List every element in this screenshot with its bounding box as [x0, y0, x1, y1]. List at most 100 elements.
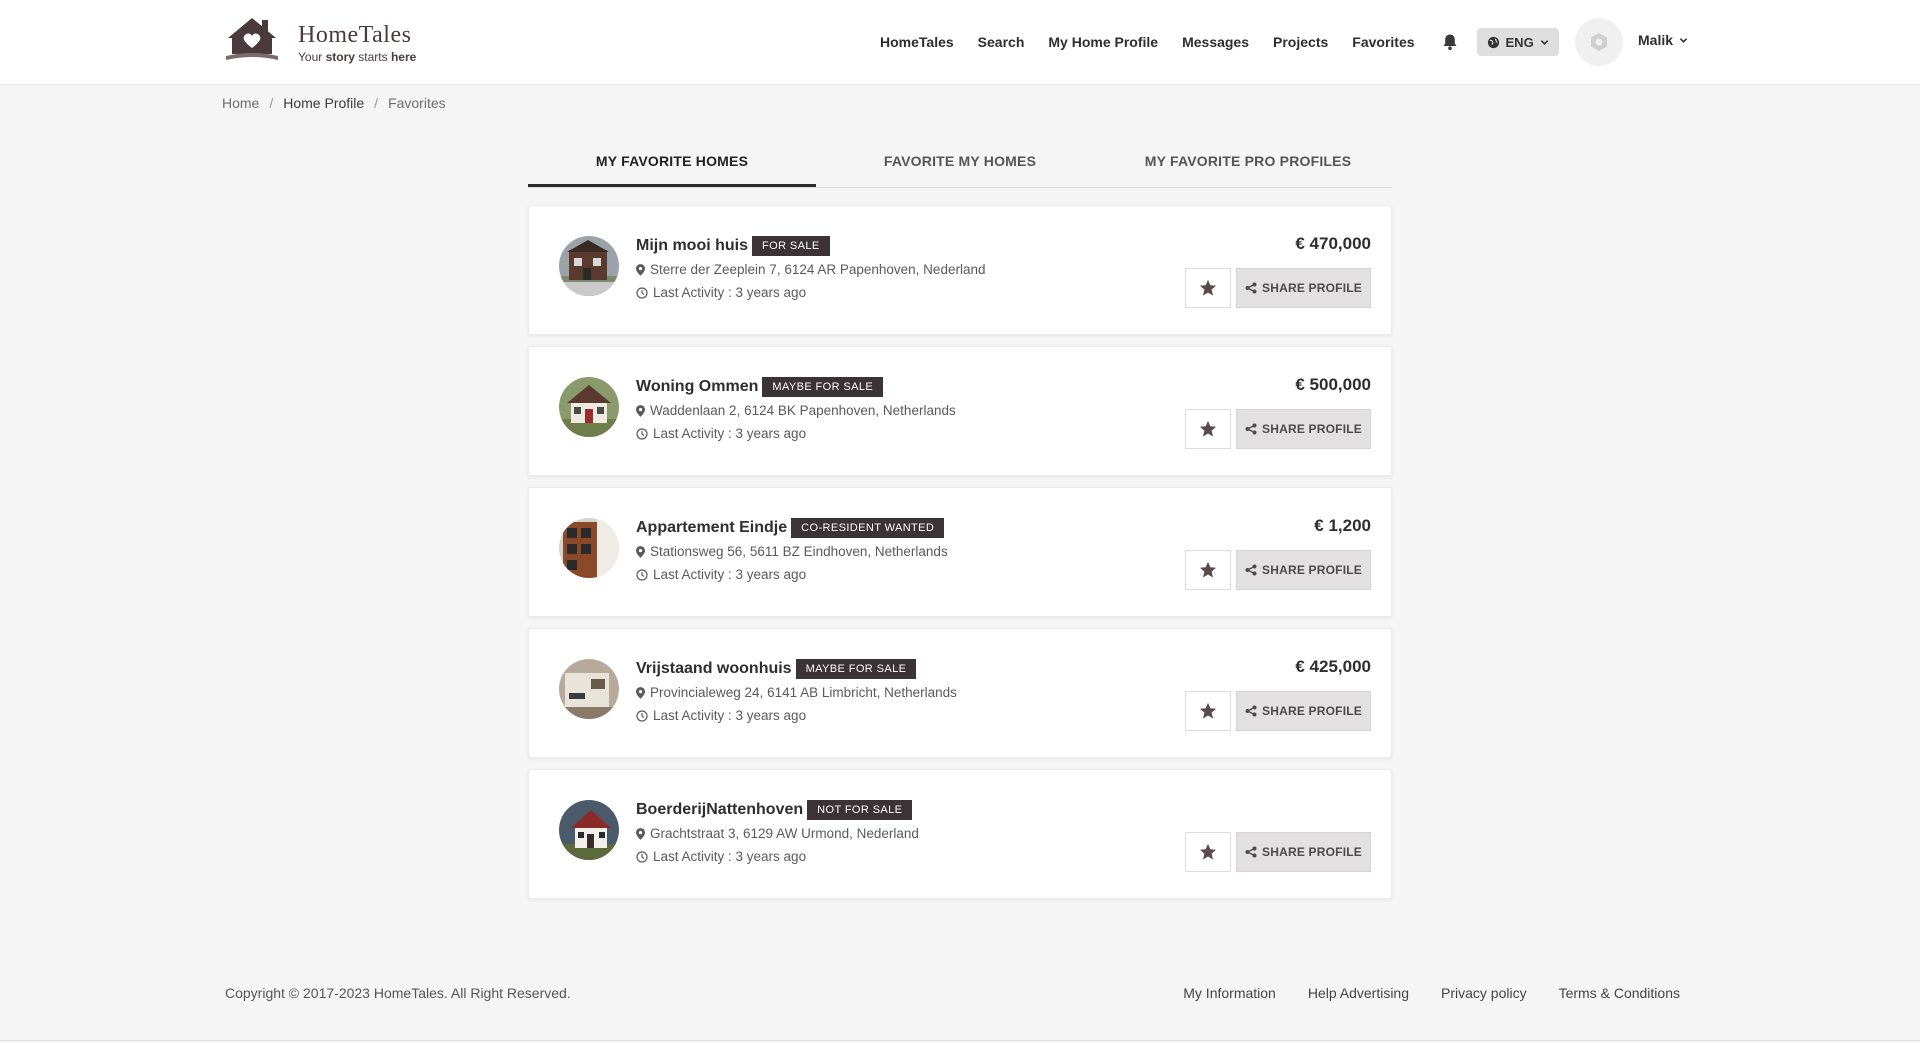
home-title: BoerderijNattenhoven NOT FOR SALE [636, 800, 913, 820]
home-last-activity: Last Activity : 3 years ago [636, 708, 806, 723]
home-price: € 425,000 [1295, 657, 1371, 676]
language-code: ENG [1505, 34, 1534, 50]
home-photo-icon [559, 659, 619, 719]
favorites-tabs: MY FAVORITE HOMES FAVORITE MY HOMES MY F… [528, 140, 1392, 188]
favorite-star-button[interactable] [1185, 691, 1231, 731]
home-thumbnail[interactable] [559, 377, 619, 437]
home-photo-icon [559, 518, 619, 578]
map-marker-icon [636, 263, 645, 276]
home-thumbnail[interactable] [559, 236, 619, 296]
user-avatar[interactable] [1575, 18, 1623, 66]
last-activity-text: Last Activity : 3 years ago [653, 708, 807, 723]
share-profile-button[interactable]: SHARE PROFILE [1236, 691, 1371, 731]
star-icon [1199, 420, 1217, 437]
house-heart-logo-icon [226, 18, 278, 60]
clock-icon [636, 427, 648, 440]
status-badge: NOT FOR SALE [807, 800, 913, 820]
home-address-text: Sterre der Zeeplein 7, 6124 AR Papenhove… [650, 262, 986, 277]
clock-icon [636, 850, 648, 863]
brand-tagline: Your story starts here [298, 50, 417, 64]
share-profile-label: SHARE PROFILE [1262, 563, 1362, 577]
list-item: BoerderijNattenhoven NOT FOR SALE Gracht… [528, 769, 1392, 899]
home-thumbnail[interactable] [559, 800, 619, 860]
home-title: Woning Ommen MAYBE FOR SALE [636, 377, 884, 397]
home-thumbnail[interactable] [559, 659, 619, 719]
last-activity-text: Last Activity : 3 years ago [653, 567, 807, 582]
home-price: € 1,200 [1314, 516, 1371, 535]
nav-item-projects[interactable]: Projects [1273, 34, 1328, 50]
breadcrumb-separator: / [374, 95, 379, 111]
map-marker-icon [636, 404, 645, 417]
tab-favorite-my-homes[interactable]: FAVORITE MY HOMES [816, 140, 1104, 187]
home-title: Appartement Eindje CO-RESIDENT WANTED [636, 518, 945, 538]
breadcrumb-home[interactable]: Home [222, 95, 259, 111]
home-thumbnail[interactable] [559, 518, 619, 578]
language-selector[interactable]: ENG [1476, 28, 1559, 56]
list-item: Appartement Eindje CO-RESIDENT WANTED St… [528, 487, 1392, 617]
chevron-down-icon [1540, 39, 1548, 45]
nav-item-hometales[interactable]: HomeTales [880, 34, 954, 50]
home-name[interactable]: Appartement Eindje [636, 519, 787, 537]
home-address: Grachtstraat 3, 6129 AW Urmond, Nederlan… [636, 826, 919, 841]
home-last-activity: Last Activity : 3 years ago [636, 567, 806, 582]
nav-item-my-home-profile[interactable]: My Home Profile [1048, 34, 1158, 50]
home-title: Vrijstaand woonhuis MAYBE FOR SALE [636, 659, 917, 679]
share-profile-label: SHARE PROFILE [1262, 422, 1362, 436]
map-marker-icon [636, 686, 645, 699]
home-address: Waddenlaan 2, 6124 BK Papenhoven, Nether… [636, 403, 956, 418]
footer-link-terms-conditions[interactable]: Terms & Conditions [1559, 985, 1680, 1001]
share-icon [1245, 846, 1257, 858]
tab-my-favorite-homes[interactable]: MY FAVORITE HOMES [528, 140, 816, 187]
share-profile-label: SHARE PROFILE [1262, 704, 1362, 718]
brand-logo[interactable]: HomeTales Your story starts here [222, 14, 432, 66]
status-badge: MAYBE FOR SALE [795, 659, 917, 679]
footer-link-privacy-policy[interactable]: Privacy policy [1441, 985, 1527, 1001]
last-activity-text: Last Activity : 3 years ago [653, 285, 807, 300]
share-profile-button[interactable]: SHARE PROFILE [1236, 268, 1371, 308]
last-activity-text: Last Activity : 3 years ago [653, 849, 807, 864]
home-photo-icon [559, 377, 619, 437]
footer-link-my-information[interactable]: My Information [1183, 985, 1276, 1001]
footer-links: My Information Help Advertising Privacy … [1183, 985, 1680, 1001]
home-name[interactable]: Vrijstaand woonhuis [636, 660, 792, 678]
star-icon [1199, 702, 1217, 719]
footer-link-help-advertising[interactable]: Help Advertising [1308, 985, 1409, 1001]
favorite-star-button[interactable] [1185, 268, 1231, 308]
list-item: Mijn mooi huis FOR SALE Sterre der Zeepl… [528, 205, 1392, 335]
status-badge: CO-RESIDENT WANTED [791, 518, 945, 538]
favorite-star-button[interactable] [1185, 409, 1231, 449]
nav-item-favorites[interactable]: Favorites [1352, 34, 1414, 50]
home-price: € 470,000 [1295, 234, 1371, 253]
home-address-text: Waddenlaan 2, 6124 BK Papenhoven, Nether… [650, 403, 956, 418]
breadcrumb-home-profile[interactable]: Home Profile [283, 95, 364, 111]
list-item: Vrijstaand woonhuis MAYBE FOR SALE Provi… [528, 628, 1392, 758]
share-profile-button[interactable]: SHARE PROFILE [1236, 409, 1371, 449]
top-header: HomeTales Your story starts here HomeTal… [0, 0, 1920, 85]
clock-icon [636, 568, 648, 581]
home-address-text: Stationsweg 56, 5611 BZ Eindhoven, Nethe… [650, 544, 948, 559]
home-name[interactable]: Woning Ommen [636, 378, 758, 396]
home-title: Mijn mooi huis FOR SALE [636, 236, 830, 256]
favorite-star-button[interactable] [1185, 550, 1231, 590]
share-profile-button[interactable]: SHARE PROFILE [1236, 550, 1371, 590]
home-address: Provincialeweg 24, 6141 AB Limbricht, Ne… [636, 685, 957, 700]
share-profile-button[interactable]: SHARE PROFILE [1236, 832, 1371, 872]
favorite-star-button[interactable] [1185, 832, 1231, 872]
footer-divider [0, 1040, 1920, 1041]
nav-item-messages[interactable]: Messages [1182, 34, 1249, 50]
star-icon [1199, 279, 1217, 296]
user-name-label: Malik [1638, 32, 1674, 48]
brand-name: HomeTales [298, 22, 412, 48]
bell-icon[interactable] [1441, 33, 1459, 51]
last-activity-text: Last Activity : 3 years ago [653, 426, 807, 441]
list-item: Woning Ommen MAYBE FOR SALE Waddenlaan 2… [528, 346, 1392, 476]
status-badge: MAYBE FOR SALE [762, 377, 884, 397]
share-icon [1245, 423, 1257, 435]
home-name[interactable]: Mijn mooi huis [636, 237, 748, 255]
main-nav: HomeTales Search My Home Profile Message… [880, 0, 1559, 84]
tab-my-favorite-pro-profiles[interactable]: MY FAVORITE PRO PROFILES [1104, 140, 1392, 187]
user-menu[interactable]: Malik [1638, 32, 1688, 48]
nav-item-search[interactable]: Search [978, 34, 1025, 50]
share-icon [1245, 705, 1257, 717]
home-name[interactable]: BoerderijNattenhoven [636, 801, 803, 819]
